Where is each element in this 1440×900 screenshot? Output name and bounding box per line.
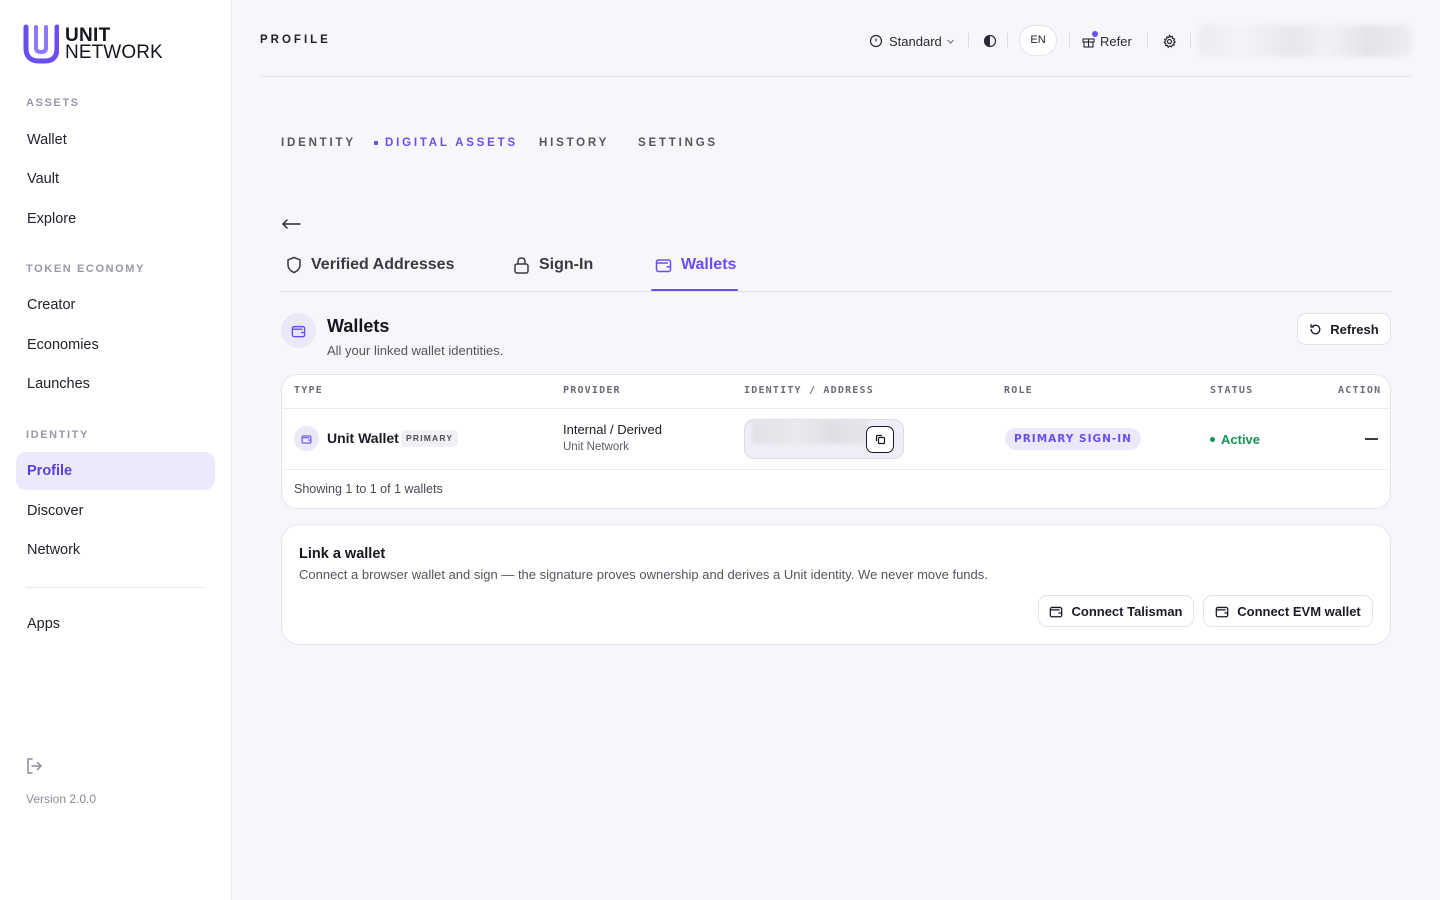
wallet-address-redacted [752, 420, 868, 444]
primary-badge: PRIMARY [401, 430, 459, 447]
gear-icon [1163, 33, 1177, 48]
subtab-wallets[interactable]: Wallets [655, 252, 736, 278]
chevron-down-icon [946, 39, 954, 44]
sidebar-item-vault[interactable]: Vault [16, 160, 215, 198]
wallet-icon [301, 434, 312, 444]
table-header-divider [282, 408, 1390, 409]
header-separator [1147, 33, 1148, 48]
sidebar-item-creator[interactable]: Creator [16, 286, 215, 324]
wallet-icon [655, 259, 672, 273]
notification-dot [1092, 31, 1098, 37]
tab-identity[interactable]: IDENTITY [281, 137, 356, 149]
mode-label: Standard [889, 33, 942, 49]
nav-section-identity: IDENTITY [26, 429, 89, 441]
subtab-sign-in[interactable]: Sign-In [513, 252, 593, 278]
sidebar-item-launches[interactable]: Launches [16, 365, 215, 403]
connect-evm-wallet-button[interactable]: Connect EVM wallet [1203, 595, 1373, 627]
refer-button[interactable]: Refer [1082, 28, 1132, 54]
section-title: Wallets [327, 316, 390, 336]
table-footer: Showing 1 to 1 of 1 wallets [294, 482, 443, 496]
wallet-icon [291, 325, 306, 337]
settings-button[interactable] [1162, 28, 1177, 54]
header-separator [1069, 33, 1070, 48]
app-version: Version 2.0.0 [26, 792, 97, 806]
refer-label: Refer [1100, 33, 1132, 49]
theme-toggle[interactable] [983, 28, 997, 54]
contrast-icon [983, 34, 997, 48]
wallet-type: Unit Wallet [327, 430, 399, 446]
header-separator [1190, 33, 1191, 48]
connect-talisman-label: Connect Talisman [1071, 603, 1183, 619]
column-header-type: TYPE [294, 385, 323, 396]
link-wallet-title: Link a wallet [299, 546, 386, 562]
shield-icon [287, 256, 301, 274]
row-wallet-icon [294, 426, 319, 451]
table-row-divider [282, 469, 1390, 470]
subtab-label: Verified Addresses [311, 256, 455, 273]
role-badge: PRIMARY SIGN-IN [1005, 428, 1141, 450]
sidebar-item-economies[interactable]: Economies [16, 326, 215, 364]
sidebar-item-wallet[interactable]: Wallet [16, 121, 215, 159]
subtab-verified-addresses[interactable]: Verified Addresses [286, 252, 454, 278]
column-header-action: ACTION [1338, 385, 1382, 396]
column-header-status: STATUS [1210, 385, 1254, 396]
nav-section-assets: ASSETS [26, 97, 80, 109]
sidebar-divider [26, 587, 205, 588]
sidebar-item-discover[interactable]: Discover [16, 492, 215, 530]
column-header-provider: PROVIDER [563, 385, 621, 396]
lock-icon [514, 257, 529, 274]
row-action-empty [1365, 438, 1378, 440]
mode-selector[interactable]: Standard [869, 28, 954, 54]
subtab-label: Sign-In [539, 256, 594, 273]
brand-line2: NETWORK [65, 42, 163, 63]
language-button[interactable]: EN [1019, 25, 1057, 56]
tab-settings[interactable]: SETTINGS [638, 137, 718, 149]
status-label: Active [1221, 432, 1261, 447]
link-wallet-description: Connect a browser wallet and sign — the … [299, 567, 988, 582]
brand-logo[interactable]: UNIT NETWORK [23, 24, 163, 64]
header-divider [260, 76, 1412, 77]
page-title: PROFILE [260, 34, 331, 46]
brand-name: UNIT NETWORK [65, 26, 163, 63]
status-badge: Active [1210, 432, 1260, 447]
header-separator [1007, 33, 1008, 48]
wallet-provider-sub: Unit Network [563, 441, 629, 453]
wallet-icon [1215, 606, 1229, 617]
connect-evm-label: Connect EVM wallet [1237, 603, 1361, 619]
refresh-icon [1310, 323, 1321, 334]
connect-talisman-button[interactable]: Connect Talisman [1038, 595, 1194, 627]
subtab-label: Wallets [681, 256, 737, 273]
column-header-role: ROLE [1004, 385, 1033, 396]
tab-history[interactable]: HISTORY [539, 137, 609, 149]
nav-section-token-economy: TOKEN ECONOMY [26, 263, 145, 275]
status-dot [1210, 437, 1215, 442]
refresh-label: Refresh [1330, 321, 1379, 337]
unit-logo-icon [23, 24, 59, 64]
back-arrow-icon[interactable] [280, 214, 302, 232]
tab-digital-assets[interactable]: DIGITAL ASSETS [385, 137, 518, 149]
wallet-icon [1050, 606, 1063, 617]
section-subtitle: All your linked wallet identities. [327, 343, 504, 358]
mode-clock-icon [869, 34, 883, 48]
header-separator [968, 33, 969, 48]
wallet-provider: Internal / Derived [563, 422, 662, 437]
sidebar-item-profile[interactable]: Profile [16, 452, 215, 490]
copy-address-button[interactable] [866, 426, 894, 453]
subtab-divider [280, 291, 1391, 292]
column-header-identity: IDENTITY / ADDRESS [744, 385, 874, 396]
refresh-button[interactable]: Refresh [1297, 313, 1391, 345]
sidebar-item-network[interactable]: Network [16, 531, 215, 569]
copy-icon [875, 434, 885, 445]
wallets-section-icon [281, 313, 316, 348]
user-account-menu[interactable] [1198, 25, 1412, 57]
active-tab-indicator [374, 141, 378, 145]
logout-icon[interactable] [24, 756, 44, 776]
sidebar-item-explore[interactable]: Explore [16, 200, 215, 238]
sidebar: UNIT NETWORK ASSETS Wallet Vault Explore… [0, 0, 232, 900]
subtab-active-underline [651, 289, 738, 291]
sidebar-item-apps[interactable]: Apps [16, 605, 215, 643]
